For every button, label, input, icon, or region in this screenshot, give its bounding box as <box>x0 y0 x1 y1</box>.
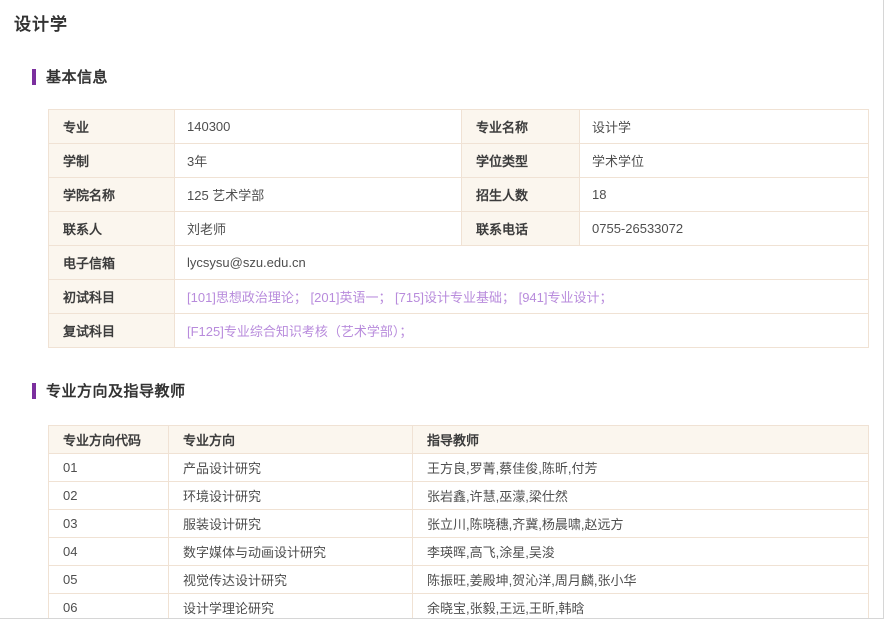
table-row: 02 环境设计研究 张岩鑫,许慧,巫濛,梁仕然 <box>49 482 869 510</box>
table-row: 06 设计学理论研究 余晓宝,张毅,王远,王昕,韩晗 <box>49 594 869 619</box>
field-label-degree-type: 学位类型 <box>462 144 580 178</box>
column-header-teachers: 指导教师 <box>413 426 869 454</box>
field-label-duration: 学制 <box>49 144 175 178</box>
field-label-contact-person: 联系人 <box>49 212 175 246</box>
cell-direction: 设计学理论研究 <box>169 594 413 619</box>
cell-direction: 数字媒体与动画设计研究 <box>169 538 413 566</box>
section-header-basic-info: 基本信息 <box>32 66 868 87</box>
field-value-phone: 0755-26533072 <box>580 212 869 246</box>
page-title: 设计学 <box>14 10 868 35</box>
cell-direction-code: 02 <box>49 482 169 510</box>
field-value-email: lycsysu@szu.edu.cn <box>175 246 869 280</box>
section-accent-bar <box>32 383 36 399</box>
field-label-initial-exam: 初试科目 <box>49 280 175 314</box>
section-title: 专业方向及指导教师 <box>46 380 186 401</box>
cell-direction-code: 03 <box>49 510 169 538</box>
table-header-row: 专业方向代码 专业方向 指导教师 <box>49 426 869 454</box>
field-value-major-name: 设计学 <box>580 110 869 144</box>
table-row: 04 数字媒体与动画设计研究 李瑛晖,高飞,涂星,吴浚 <box>49 538 869 566</box>
table-row: 专业 140300 专业名称 设计学 <box>49 110 869 144</box>
table-row: 05 视觉传达设计研究 陈振旺,姜殿坤,贺沁洋,周月麟,张小华 <box>49 566 869 594</box>
cell-teachers: 张立川,陈晓穗,齐冀,杨晨啸,赵远方 <box>413 510 869 538</box>
cell-direction-code: 01 <box>49 454 169 482</box>
program-detail-page: 设计学 基本信息 专业 140300 专业名称 设计学 学制 3年 学位类型 学… <box>0 0 884 619</box>
field-label-retest-exam: 复试科目 <box>49 314 175 348</box>
cell-direction-code: 06 <box>49 594 169 619</box>
table-row: 01 产品设计研究 王方良,罗菁,蔡佳俊,陈昕,付芳 <box>49 454 869 482</box>
column-header-direction: 专业方向 <box>169 426 413 454</box>
cell-teachers: 余晓宝,张毅,王远,王昕,韩晗 <box>413 594 869 619</box>
section-accent-bar <box>32 69 36 85</box>
cell-direction-code: 05 <box>49 566 169 594</box>
field-value-retest-exam: [F125]专业综合知识考核（艺术学部）； <box>175 314 869 348</box>
table-row: 初试科目 [101]思想政治理论； [201]英语一； [715]设计专业基础；… <box>49 280 869 314</box>
field-value-college: 125 艺术学部 <box>175 178 462 212</box>
section-header-directions: 专业方向及指导教师 <box>32 380 868 401</box>
field-label-college: 学院名称 <box>49 178 175 212</box>
field-label-major-code: 专业 <box>49 110 175 144</box>
directions-table: 专业方向代码 专业方向 指导教师 01 产品设计研究 王方良,罗菁,蔡佳俊,陈昕… <box>48 425 869 619</box>
cell-direction: 视觉传达设计研究 <box>169 566 413 594</box>
table-row: 联系人 刘老师 联系电话 0755-26533072 <box>49 212 869 246</box>
cell-direction-code: 04 <box>49 538 169 566</box>
column-header-direction-code: 专业方向代码 <box>49 426 169 454</box>
cell-teachers: 王方良,罗菁,蔡佳俊,陈昕,付芳 <box>413 454 869 482</box>
field-value-contact-person: 刘老师 <box>175 212 462 246</box>
basic-info-table: 专业 140300 专业名称 设计学 学制 3年 学位类型 学术学位 学院名称 … <box>48 109 869 348</box>
cell-teachers: 陈振旺,姜殿坤,贺沁洋,周月麟,张小华 <box>413 566 869 594</box>
field-label-major-name: 专业名称 <box>462 110 580 144</box>
table-row: 学制 3年 学位类型 学术学位 <box>49 144 869 178</box>
cell-direction: 产品设计研究 <box>169 454 413 482</box>
field-value-major-code: 140300 <box>175 110 462 144</box>
field-label-phone: 联系电话 <box>462 212 580 246</box>
field-value-enrollment: 18 <box>580 178 869 212</box>
table-row: 电子信箱 lycsysu@szu.edu.cn <box>49 246 869 280</box>
field-label-email: 电子信箱 <box>49 246 175 280</box>
field-value-degree-type: 学术学位 <box>580 144 869 178</box>
cell-direction: 服装设计研究 <box>169 510 413 538</box>
field-value-initial-exam: [101]思想政治理论； [201]英语一； [715]设计专业基础； [941… <box>175 280 869 314</box>
table-row: 复试科目 [F125]专业综合知识考核（艺术学部）； <box>49 314 869 348</box>
section-title: 基本信息 <box>46 66 108 87</box>
cell-direction: 环境设计研究 <box>169 482 413 510</box>
field-value-duration: 3年 <box>175 144 462 178</box>
cell-teachers: 张岩鑫,许慧,巫濛,梁仕然 <box>413 482 869 510</box>
table-row: 03 服装设计研究 张立川,陈晓穗,齐冀,杨晨啸,赵远方 <box>49 510 869 538</box>
field-label-enrollment: 招生人数 <box>462 178 580 212</box>
cell-teachers: 李瑛晖,高飞,涂星,吴浚 <box>413 538 869 566</box>
table-row: 学院名称 125 艺术学部 招生人数 18 <box>49 178 869 212</box>
